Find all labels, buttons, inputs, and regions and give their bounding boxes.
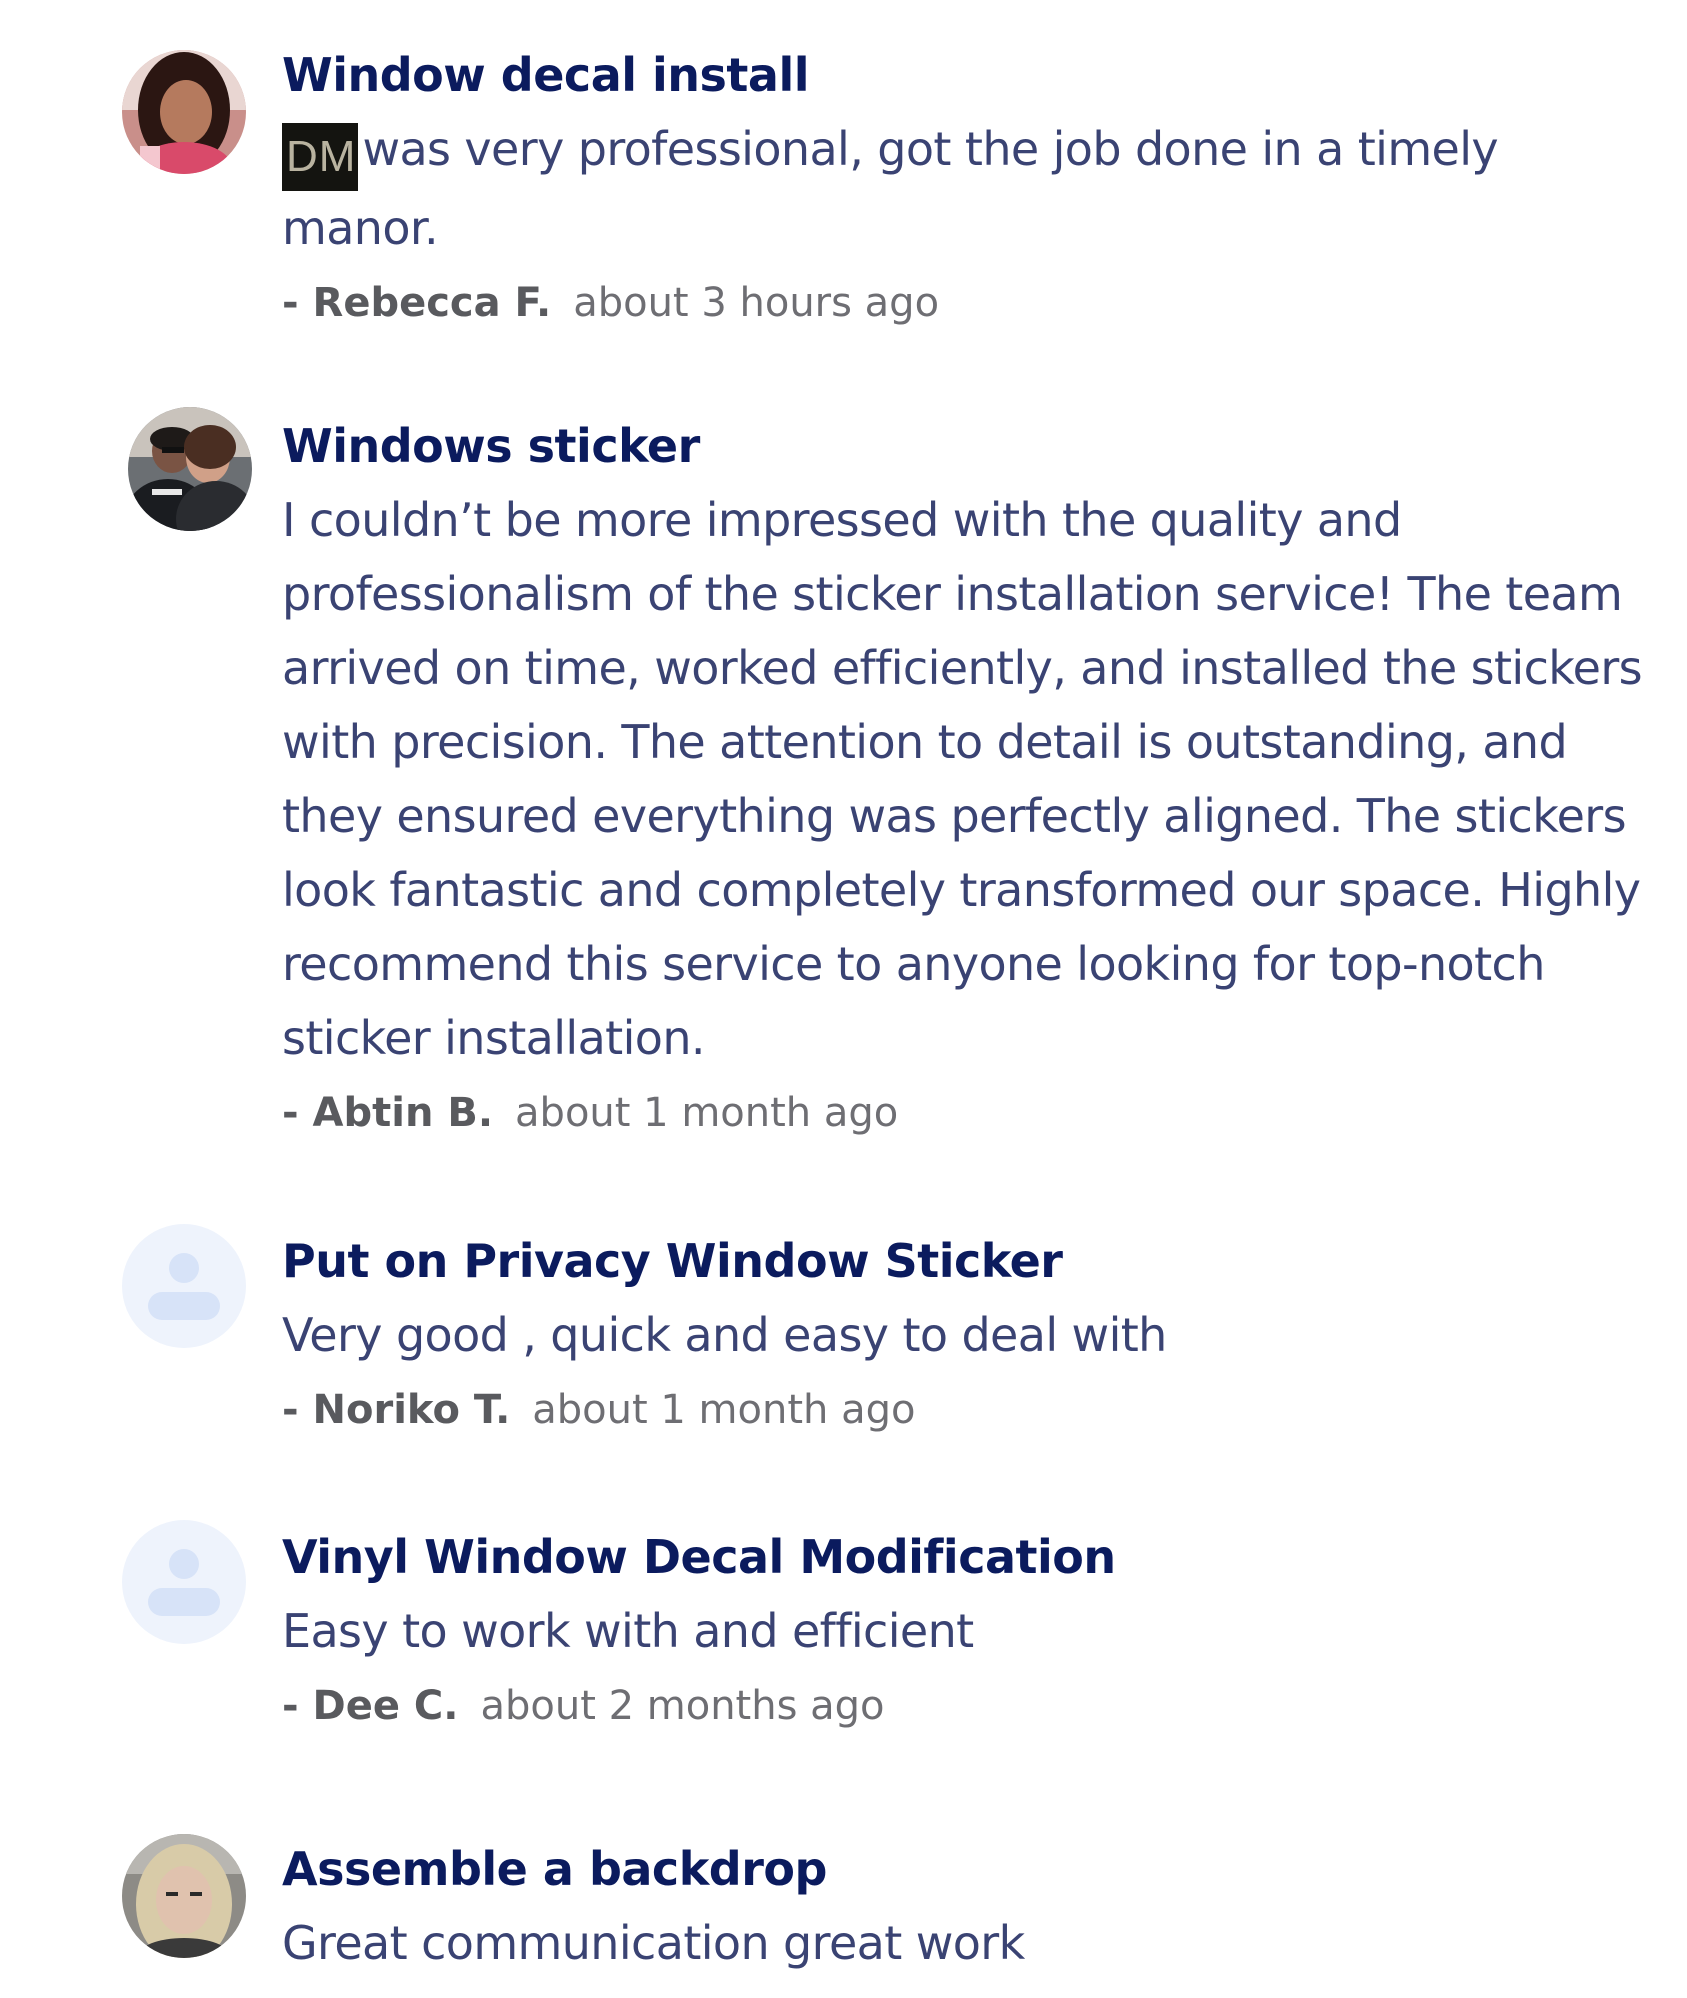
reviewer-avatar bbox=[122, 1834, 246, 1958]
review-meta: - Noriko T. about 1 month ago bbox=[282, 1380, 1662, 1440]
default-user-icon bbox=[122, 1224, 246, 1348]
default-user-icon bbox=[122, 1520, 246, 1644]
review-author: - Dee C. bbox=[282, 1683, 459, 1729]
reviewer-avatar bbox=[122, 50, 246, 174]
review-title: Assemble a backdrop bbox=[282, 1842, 827, 1896]
review-meta: - Abtin B. about 1 month ago bbox=[282, 1083, 1662, 1143]
reviewer-photo-icon bbox=[122, 1834, 246, 1958]
review-text-content: was very professional, got the job done … bbox=[282, 122, 1499, 255]
reviewer-photo-icon bbox=[122, 50, 246, 174]
review-text: Easy to work with and efficient bbox=[282, 1604, 974, 1658]
review-text: DM was very professional, got the job don… bbox=[282, 112, 1662, 265]
review-title: Put on Privacy Window Sticker bbox=[282, 1234, 1063, 1288]
review-time: about 1 month ago bbox=[532, 1387, 916, 1433]
review-author: - Noriko T. bbox=[282, 1387, 511, 1433]
redacted-name-badge: DM bbox=[282, 123, 359, 191]
review-text: Great communication great work bbox=[282, 1916, 1025, 1970]
review-time: about 2 months ago bbox=[480, 1683, 885, 1729]
review-time: about 3 hours ago bbox=[573, 280, 940, 326]
review-meta: - Dee C. about 2 months ago bbox=[282, 1676, 1662, 1736]
review-meta: - Rebecca F. about 3 hours ago bbox=[282, 273, 1662, 333]
review-text: Very good , quick and easy to deal with bbox=[282, 1308, 1167, 1362]
review-text: I couldn’t be more impressed with the qu… bbox=[282, 493, 1643, 1065]
review-time: about 1 month ago bbox=[515, 1090, 899, 1136]
reviewer-photo-icon bbox=[128, 407, 252, 531]
review-title: Vinyl Window Decal Modification bbox=[282, 1530, 1116, 1584]
review-author: - Rebecca F. bbox=[282, 280, 552, 326]
reviewer-avatar bbox=[122, 1224, 246, 1348]
review-author: - Abtin B. bbox=[282, 1090, 494, 1136]
review-title: Windows sticker bbox=[282, 419, 700, 473]
reviewer-avatar bbox=[122, 1520, 246, 1644]
reviewer-avatar bbox=[128, 407, 252, 531]
review-title: Window decal install bbox=[282, 48, 809, 102]
